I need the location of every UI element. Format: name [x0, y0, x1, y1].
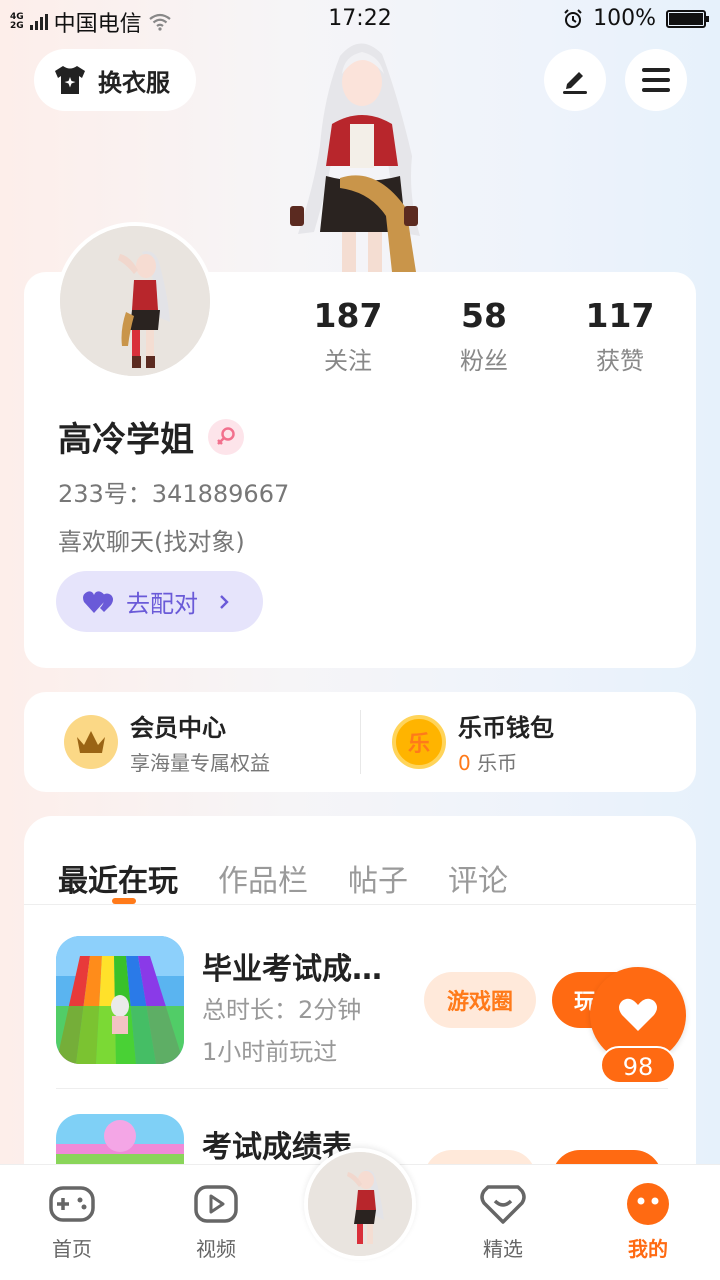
avatar-image — [308, 1152, 412, 1256]
tab-works[interactable]: 作品栏 — [218, 856, 308, 900]
stat-followers[interactable]: 58 粉丝 — [416, 296, 552, 376]
battery-icon — [666, 9, 709, 28]
nav-label: 视频 — [196, 1237, 236, 1261]
profile-avatar[interactable] — [56, 222, 214, 380]
stat-label: 粉丝 — [460, 347, 508, 375]
pair-button[interactable]: 去配对 — [56, 571, 263, 632]
nav-video[interactable]: 视频 — [161, 1181, 271, 1262]
pair-label: 去配对 — [126, 590, 198, 618]
menu-button[interactable] — [625, 49, 687, 111]
divider — [360, 710, 361, 774]
username-row: 高冷学姐 — [58, 412, 244, 461]
status-right: 100% — [563, 6, 709, 31]
profile-face-icon — [621, 1181, 675, 1227]
wallet-unit: 乐币 — [477, 751, 518, 775]
wallet[interactable]: 乐 乐币钱包 0 乐币 — [392, 692, 554, 792]
change-clothes-label: 换衣服 — [98, 68, 170, 97]
pencil-icon — [563, 72, 587, 94]
content-tabs: 最近在玩 作品栏 帖子 评论 — [58, 856, 508, 900]
wallet-text: 乐币钱包 0 乐币 — [458, 708, 554, 776]
nav-label: 精选 — [483, 1237, 523, 1261]
status-bar: 4G 2G 中国电信 17:22 100% — [0, 0, 720, 40]
stat-likes[interactable]: 117 获赞 — [552, 296, 688, 376]
avatar-figure[interactable] — [280, 36, 440, 272]
avatar-image — [60, 226, 210, 376]
tab-posts[interactable]: 帖子 — [348, 856, 408, 900]
game-circle-button[interactable]: 游戏圈 — [424, 972, 536, 1028]
nav-selected[interactable]: 精选 — [448, 1181, 558, 1262]
edit-button[interactable] — [544, 49, 606, 111]
membership-card: 会员中心 享海量专属权益 乐 乐币钱包 0 乐币 — [24, 692, 696, 792]
member-text: 会员中心 享海量专属权益 — [130, 708, 270, 776]
stats-row: 187 关注 58 粉丝 117 获赞 — [280, 296, 700, 376]
hearts-icon — [83, 590, 113, 613]
wallet-title: 乐币钱包 — [458, 714, 554, 742]
member-subtitle: 享海量专属权益 — [130, 751, 270, 775]
stat-count: 187 — [313, 296, 383, 335]
game-last-played: 1小时前玩过 — [202, 1038, 338, 1066]
member-title: 会员中心 — [130, 714, 226, 742]
game-item[interactable]: 毕业考试成… 总时长：2分钟 1小时前玩过 游戏圈 玩 — [56, 936, 676, 1086]
stat-label: 关注 — [324, 347, 372, 375]
tshirt-icon — [55, 66, 85, 94]
member-center[interactable]: 会员中心 享海量专属权益 — [64, 692, 270, 792]
stat-following[interactable]: 187 关注 — [280, 296, 416, 376]
game-title: 毕业考试成… — [202, 952, 382, 987]
tab-recent[interactable]: 最近在玩 — [58, 856, 178, 900]
coin-icon: 乐 — [392, 715, 446, 769]
crown-icon — [64, 715, 118, 769]
video-icon — [189, 1181, 243, 1227]
game-duration: 总时长：2分钟 — [202, 996, 362, 1024]
menu-icon — [642, 68, 670, 92]
tab-comments[interactable]: 评论 — [448, 856, 508, 900]
nav-label: 我的 — [628, 1237, 668, 1261]
stat-count: 117 — [585, 296, 655, 335]
user-id: 233号：341889667 — [58, 480, 290, 508]
tabs-divider — [24, 904, 696, 905]
nav-me[interactable]: 我的 — [593, 1181, 703, 1262]
change-clothes-button[interactable]: 换衣服 — [34, 49, 196, 111]
gamepad-icon — [45, 1181, 99, 1227]
center-avatar-button[interactable] — [304, 1148, 416, 1260]
coin-char: 乐 — [407, 732, 430, 757]
battery-percent: 100% — [593, 6, 656, 31]
nav-label: 首页 — [52, 1237, 92, 1261]
list-divider — [56, 1088, 668, 1089]
nav-home[interactable]: 首页 — [17, 1181, 127, 1262]
wallet-amount: 0 — [458, 751, 471, 775]
heart-icon — [619, 998, 657, 1031]
stat-count: 58 — [461, 296, 507, 335]
game-thumbnail — [56, 936, 184, 1064]
stat-label: 获赞 — [596, 347, 644, 375]
female-gender-icon — [208, 418, 244, 455]
wallet-balance: 0 乐币 — [458, 747, 554, 776]
alarm-icon — [564, 8, 582, 28]
selected-icon — [476, 1181, 530, 1227]
username: 高冷学姐 — [58, 420, 194, 460]
like-count: 98 — [600, 1046, 676, 1084]
chevron-right-icon — [220, 594, 229, 609]
user-bio: 喜欢聊天(找对象) — [58, 528, 245, 556]
